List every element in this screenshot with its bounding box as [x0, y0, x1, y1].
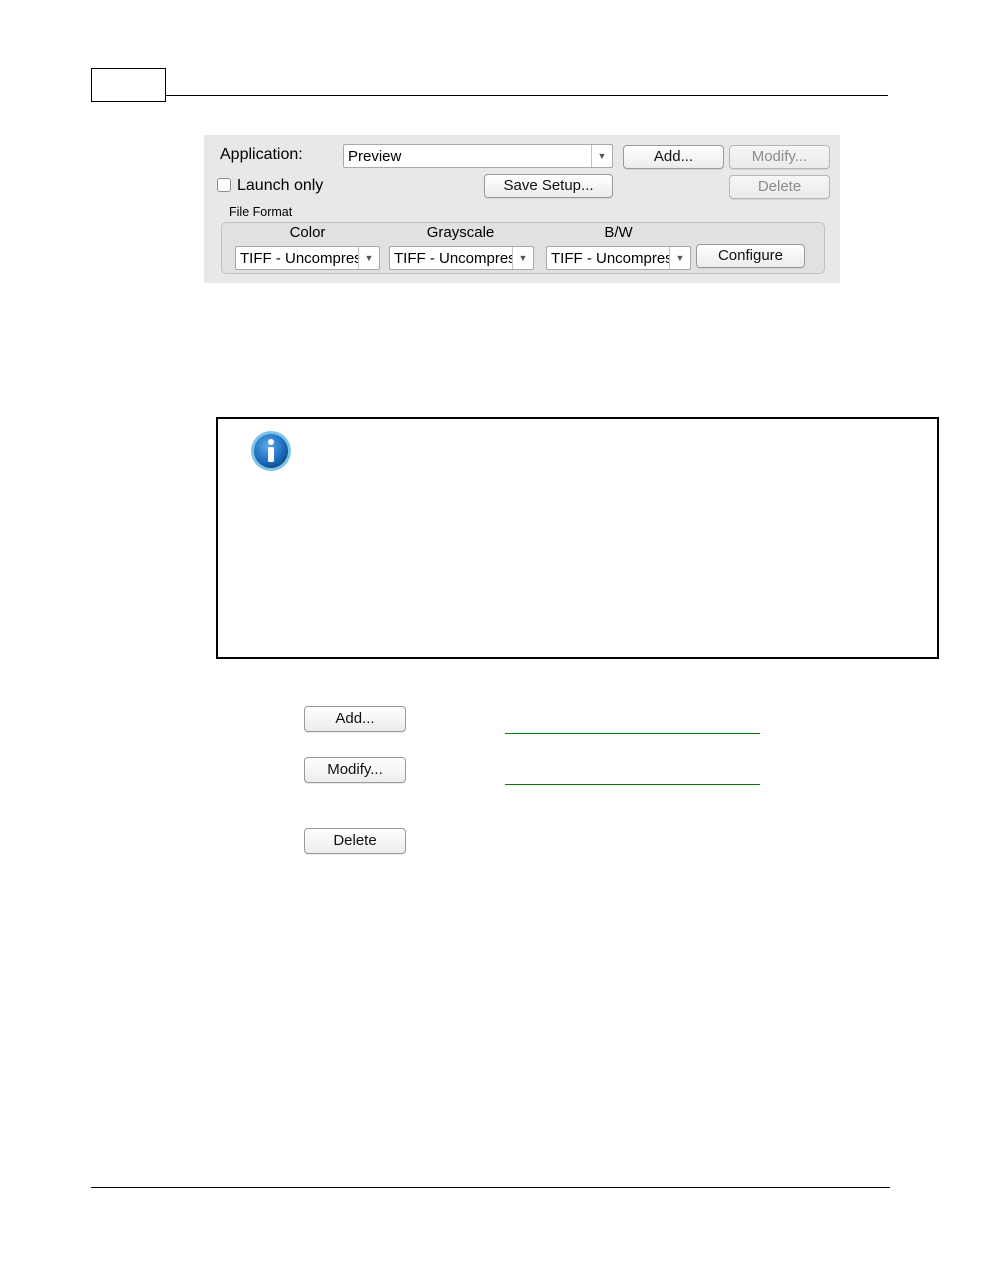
chevron-down-icon: ▼ — [512, 247, 533, 269]
color-format-value: TIFF - Uncompressed — [240, 250, 358, 267]
footer-rule — [91, 1187, 890, 1188]
delete-button[interactable]: Delete — [729, 175, 830, 199]
header-rule — [166, 95, 888, 96]
delete-button-reference[interactable]: Delete — [304, 828, 406, 854]
chevron-down-icon: ▼ — [591, 145, 612, 167]
chevron-down-icon: ▼ — [358, 247, 379, 269]
application-label: Application: — [220, 146, 303, 163]
grayscale-format-select[interactable]: TIFF - Uncompressed ▼ — [389, 246, 534, 270]
add-link[interactable] — [505, 714, 760, 730]
configure-button[interactable]: Configure — [696, 244, 805, 268]
launch-only-label: Launch only — [237, 177, 324, 194]
application-select-value: Preview — [348, 148, 402, 165]
add-button-reference[interactable]: Add... — [304, 706, 406, 732]
add-link-underline — [505, 733, 760, 734]
modify-link-underline — [505, 784, 760, 785]
add-button[interactable]: Add... — [623, 145, 724, 169]
modify-button[interactable]: Modify... — [729, 145, 830, 169]
color-column-label: Color — [289, 224, 326, 241]
file-format-label: File Format — [229, 205, 293, 219]
save-setup-button[interactable]: Save Setup... — [484, 174, 613, 198]
modify-button-reference[interactable]: Modify... — [304, 757, 406, 783]
bw-column-label: B/W — [604, 224, 633, 241]
application-settings-panel: Application: Preview ▼ Add... Modify... … — [204, 135, 840, 283]
launch-only-checkbox[interactable] — [217, 178, 231, 192]
page-number-box — [91, 68, 166, 102]
bw-format-value: TIFF - Uncompressed — [551, 250, 669, 267]
modify-link[interactable] — [505, 765, 760, 781]
grayscale-format-value: TIFF - Uncompressed — [394, 250, 512, 267]
application-select[interactable]: Preview ▼ — [343, 144, 613, 168]
chevron-down-icon: ▼ — [669, 247, 690, 269]
info-icon — [251, 431, 291, 471]
color-format-select[interactable]: TIFF - Uncompressed ▼ — [235, 246, 380, 270]
info-note-box — [216, 417, 939, 659]
bw-format-select[interactable]: TIFF - Uncompressed ▼ — [546, 246, 691, 270]
grayscale-column-label: Grayscale — [426, 224, 495, 241]
